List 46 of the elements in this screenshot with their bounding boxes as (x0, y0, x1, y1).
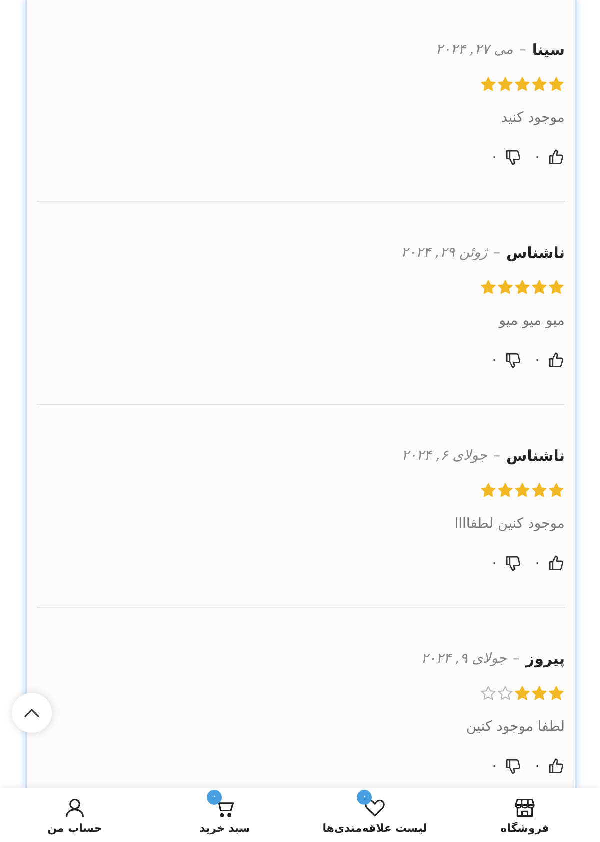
like-count: ۰ (534, 758, 541, 774)
scroll-to-top-button[interactable] (12, 693, 52, 733)
thumbs-up-icon[interactable] (548, 554, 565, 572)
separator: – (494, 448, 501, 464)
review-text: موجود کنید (500, 109, 565, 128)
review-text: لطفا موجود کنین (465, 718, 565, 737)
thumbs-down-icon[interactable] (505, 352, 522, 368)
nav-label: لیست علاقه‌مندی‌ها (322, 822, 428, 834)
review-date: می ۲۷, ۲۰۲۴ (436, 42, 514, 58)
nav-item[interactable]: فروشگاه (450, 788, 600, 842)
reviewer-name: پیروز (526, 650, 565, 668)
nav-item[interactable]: ۰ سبد خرید (150, 788, 300, 842)
review-text: موجود کنین لطفاااا (454, 515, 565, 534)
nav-label: فروشگاه (500, 822, 550, 834)
reviewer-name: ناشناس (506, 447, 565, 465)
user-icon (64, 796, 86, 818)
thumbs-up-icon[interactable] (548, 352, 565, 368)
nav-label: سبد خرید (200, 822, 250, 834)
nav-label: حساب من (48, 822, 102, 834)
separator: – (512, 651, 520, 667)
separator: – (494, 245, 501, 261)
review-text: میو میو میو (498, 312, 565, 331)
nav-item[interactable]: ۰ لیست علاقه‌مندی‌ها (300, 788, 450, 842)
count-badge: ۰ (357, 790, 372, 804)
thumbs-up-icon[interactable] (548, 148, 565, 166)
dislike-count: ۰ (491, 352, 498, 368)
thumbs-down-icon[interactable] (505, 758, 522, 774)
nav-item[interactable]: حساب من (0, 788, 150, 842)
thumbs-down-icon[interactable] (505, 554, 522, 572)
thumbs-up-icon[interactable] (548, 758, 565, 774)
dislike-count: ۰ (491, 150, 498, 164)
dislike-count: ۰ (491, 556, 498, 570)
reviewer-name: سینا (532, 41, 565, 59)
review-date: جولای ۶, ۲۰۲۴ (402, 448, 488, 464)
thumbs-down-icon[interactable] (505, 148, 522, 166)
like-count: ۰ (534, 150, 541, 164)
reviewer-name: ناشناس (506, 244, 565, 262)
review-date: جولای ۹, ۲۰۲۴ (421, 651, 507, 667)
like-count: ۰ (534, 352, 541, 368)
count-badge: ۰ (207, 790, 222, 804)
separator: – (519, 42, 526, 58)
chevron-up-icon (24, 708, 40, 718)
review-date: ژوئن ۲۹, ۲۰۲۴ (400, 245, 488, 261)
dislike-count: ۰ (491, 758, 498, 774)
store-icon (514, 796, 536, 818)
like-count: ۰ (534, 556, 541, 570)
